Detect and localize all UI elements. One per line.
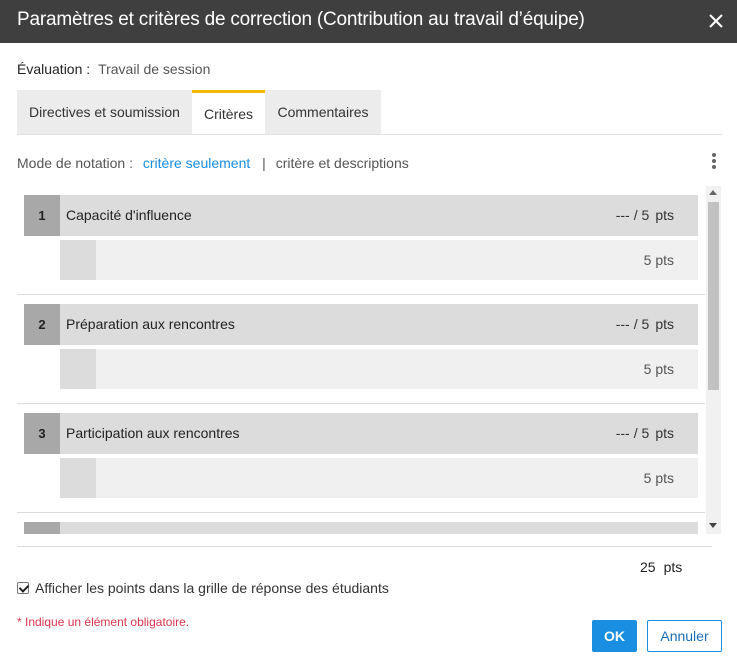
criteria-scrollbar[interactable] <box>706 186 721 534</box>
criterion-level-cell <box>60 240 96 280</box>
criterion-number <box>24 522 60 534</box>
total-value: 25 <box>640 559 656 575</box>
dialog-titlebar: Paramètres et critères de correction (Co… <box>0 0 737 43</box>
show-points-label[interactable]: Afficher les points dans la grille de ré… <box>35 580 389 596</box>
criterion-level-points: 5 pts <box>643 252 674 268</box>
criterion-level-row[interactable]: 5 pts <box>60 458 698 498</box>
scroll-up-icon[interactable] <box>709 190 717 195</box>
close-icon[interactable] <box>705 10 727 32</box>
criterion-level-row[interactable]: 5 pts <box>60 349 698 389</box>
criterion-score-slash: / <box>633 425 638 441</box>
criterion-1: 1 Capacité d'influence ---/ 5 pts 5 pts <box>17 186 705 295</box>
criterion-level-row[interactable]: 5 pts <box>60 240 698 280</box>
grading-mode-separator: | <box>262 155 266 171</box>
criterion-score-slash: / <box>633 316 638 332</box>
total-unit: pts <box>663 559 683 575</box>
criterion-max: 5 <box>641 425 650 441</box>
criterion-title: Capacité d'influence <box>66 207 192 223</box>
criterion-level-points: 5 pts <box>643 470 674 486</box>
total-points: 25 pts <box>640 559 682 575</box>
criterion-header[interactable]: 1 Capacité d'influence ---/ 5 pts <box>24 195 698 236</box>
grading-mode-label: Mode de notation : <box>17 155 133 171</box>
show-points-option: Afficher les points dans la grille de ré… <box>17 580 389 596</box>
criterion-unit: pts <box>655 425 674 441</box>
criterion-header[interactable]: 2 Préparation aux rencontres ---/ 5 pts <box>24 304 698 345</box>
criterion-max: 5 <box>641 316 650 332</box>
criterion-level-points: 5 pts <box>643 361 674 377</box>
criterion-level-cell <box>60 458 96 498</box>
criterion-3: 3 Participation aux rencontres ---/ 5 pts… <box>17 404 705 513</box>
criterion-2: 2 Préparation aux rencontres ---/ 5 pts 5… <box>17 295 705 404</box>
criterion-score-value: --- <box>615 425 630 441</box>
criterion-max: 5 <box>641 207 650 223</box>
criterion-score-slash: / <box>633 207 638 223</box>
ok-button[interactable]: OK <box>592 620 637 652</box>
criterion-title: Participation aux rencontres <box>66 425 240 441</box>
criterion-title: Préparation aux rencontres <box>66 316 235 332</box>
criterion-score-value: --- <box>615 316 630 332</box>
grading-mode: Mode de notation : critère seulement | c… <box>17 155 409 171</box>
scrollbar-thumb[interactable] <box>708 202 719 390</box>
dialog-title: Paramètres et critères de correction (Co… <box>17 9 585 30</box>
criteria-list: 1 Capacité d'influence ---/ 5 pts 5 pts 2… <box>17 186 705 534</box>
criterion-unit: pts <box>655 207 674 223</box>
tab-divider <box>17 134 722 135</box>
criterion-4-partial[interactable] <box>24 522 698 534</box>
more-vertical-icon[interactable] <box>708 152 720 170</box>
cancel-button[interactable]: Annuler <box>647 620 722 652</box>
show-points-checkbox[interactable] <box>17 582 29 594</box>
criterion-level-cell <box>60 349 96 389</box>
criterion-unit: pts <box>655 316 674 332</box>
grading-mode-criteria-descriptions[interactable]: critère et descriptions <box>276 155 409 171</box>
evaluation-label: Évaluation : <box>17 61 91 77</box>
criterion-number: 3 <box>24 413 60 454</box>
evaluation-value: Travail de session <box>98 61 211 77</box>
required-note: * Indique un élément obligatoire. <box>17 615 190 629</box>
criterion-score-value: --- <box>615 207 630 223</box>
tab-criteres[interactable]: Critères <box>192 90 265 134</box>
evaluation-info: Évaluation : Travail de session <box>17 61 210 77</box>
total-divider <box>17 546 712 547</box>
criterion-number: 2 <box>24 304 60 345</box>
grading-mode-criteria-only[interactable]: critère seulement <box>143 155 250 171</box>
criterion-score: ---/ 5 pts <box>616 316 674 332</box>
criterion-score: ---/ 5 pts <box>616 425 674 441</box>
tab-directives[interactable]: Directives et soumission <box>17 90 192 134</box>
tab-commentaires[interactable]: Commentaires <box>265 90 381 134</box>
criterion-score: ---/ 5 pts <box>616 207 674 223</box>
criterion-number: 1 <box>24 195 60 236</box>
criterion-header[interactable]: 3 Participation aux rencontres ---/ 5 pts <box>24 413 698 454</box>
scroll-down-icon[interactable] <box>709 523 717 528</box>
